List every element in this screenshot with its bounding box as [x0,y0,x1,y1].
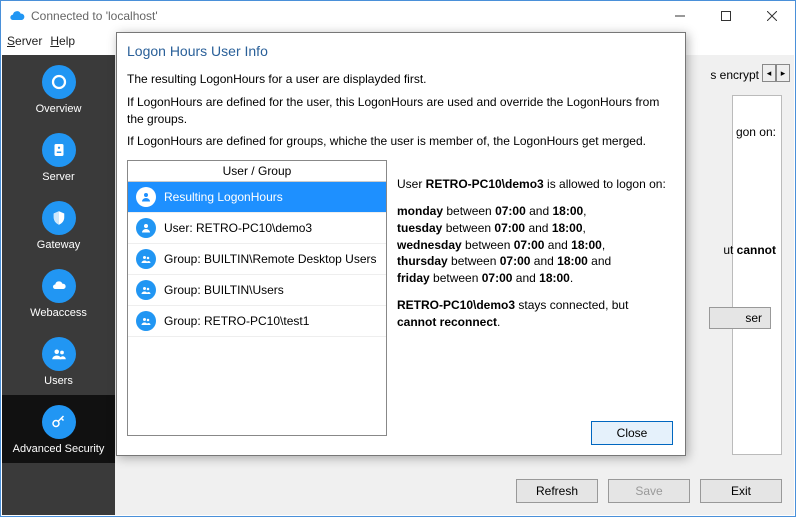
sidebar: Overview Server Gateway Webaccess Users … [2,55,115,515]
menu-server[interactable]: Server [7,34,42,48]
background-button-fragment[interactable]: ser [709,307,771,329]
list-row-label: Group: RETRO-PC10\test1 [164,314,309,328]
maximize-button[interactable] [703,1,749,31]
detail-footer: RETRO-PC10\demo3 stays connected, but ca… [397,297,671,331]
group-icon [136,249,156,269]
sidebar-item-label: Webaccess [30,307,87,319]
list-rows-container: Resulting LogonHours User: RETRO-PC10\dem… [128,182,386,435]
detail-schedule: monday between 07:00 and 18:00,tuesday b… [397,203,671,287]
window-controls [657,1,795,31]
background-text-fragment: ut cannot [723,243,776,257]
overview-icon [42,65,76,99]
dialog-intro-3: If LogonHours are defined for groups, wh… [127,133,675,150]
background-text-fragment: gon on: [736,125,776,139]
list-row-label: Resulting LogonHours [164,190,283,204]
list-row-label: Group: BUILTIN\Users [164,283,284,297]
sidebar-item-webaccess[interactable]: Webaccess [2,259,115,327]
list-row[interactable]: Resulting LogonHours [128,182,386,213]
background-panel [732,95,782,455]
bottom-button-bar: Refresh Save Exit [516,479,782,503]
dialog-intro-1: The resulting LogonHours for a user are … [127,71,675,88]
titlebar: Connected to 'localhost' [1,1,795,31]
app-icon [9,8,25,24]
sidebar-item-label: Gateway [37,239,80,251]
dialog-body: The resulting LogonHours for a user are … [117,71,685,436]
sidebar-item-users[interactable]: Users [2,327,115,395]
logon-hours-dialog: Logon Hours User Info The resulting Logo… [116,32,686,456]
key-icon [42,405,76,439]
list-row[interactable]: User: RETRO-PC10\demo3 [128,213,386,244]
window-title: Connected to 'localhost' [31,9,657,23]
sidebar-item-label: Overview [36,103,82,115]
refresh-button[interactable]: Refresh [516,479,598,503]
sidebar-item-advanced-security[interactable]: Advanced Security [2,395,115,463]
server-icon [42,133,76,167]
shield-icon [42,201,76,235]
group-icon [136,311,156,331]
dialog-close-button[interactable]: Close [591,421,673,445]
exit-button[interactable]: Exit [700,479,782,503]
sidebar-item-label: Users [44,375,73,387]
list-row-label: User: RETRO-PC10\demo3 [164,221,312,235]
dialog-title: Logon Hours User Info [117,33,685,65]
list-row[interactable]: Group: RETRO-PC10\test1 [128,306,386,337]
sidebar-item-gateway[interactable]: Gateway [2,191,115,259]
user-icon [136,187,156,207]
menu-help[interactable]: Help [50,34,75,48]
detail-panel: User RETRO-PC10\demo3 is allowed to logo… [397,160,675,436]
minimize-button[interactable] [657,1,703,31]
user-icon [136,218,156,238]
close-button[interactable] [749,1,795,31]
detail-line-user: User RETRO-PC10\demo3 is allowed to logo… [397,176,671,193]
sidebar-item-overview[interactable]: Overview [2,55,115,123]
dialog-intro-2: If LogonHours are defined for the user, … [127,94,675,128]
list-row[interactable]: Group: BUILTIN\Users [128,275,386,306]
cloud-icon [42,269,76,303]
background-tab-fragment: s encrypt [710,68,759,82]
sidebar-item-label: Advanced Security [13,443,105,455]
users-icon [42,337,76,371]
list-row[interactable]: Group: BUILTIN\Remote Desktop Users [128,244,386,275]
list-header: User / Group [128,161,386,182]
user-group-list: User / Group Resulting LogonHours User: R… [127,160,387,436]
save-button[interactable]: Save [608,479,690,503]
tab-scroll-arrows[interactable]: ◂▸ [762,64,790,82]
list-row-label: Group: BUILTIN\Remote Desktop Users [164,252,377,266]
sidebar-item-server[interactable]: Server [2,123,115,191]
sidebar-item-label: Server [42,171,74,183]
main-window: Connected to 'localhost' Server Help Ove… [0,0,796,517]
group-icon [136,280,156,300]
